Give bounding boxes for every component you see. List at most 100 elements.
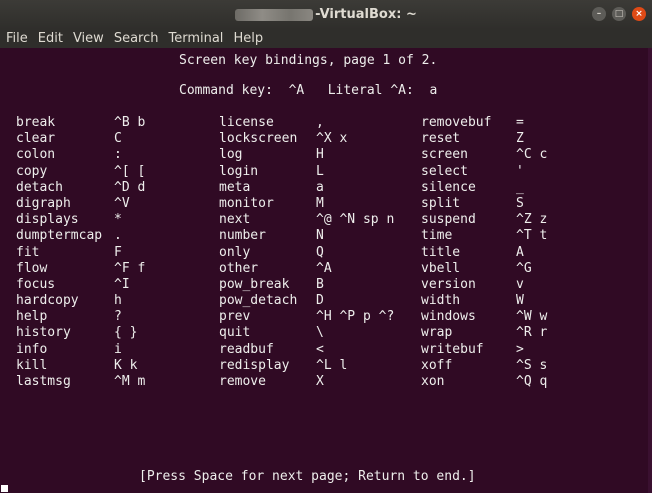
binding-command: next bbox=[219, 212, 251, 228]
binding-keys: ^V bbox=[114, 195, 130, 211]
terminal-scrollbar[interactable] bbox=[648, 48, 652, 493]
binding-command: quit bbox=[219, 325, 251, 341]
redacted-username bbox=[235, 8, 314, 21]
binding-keys: K k bbox=[114, 357, 138, 373]
binding-keys: ^F f bbox=[114, 260, 146, 276]
binding-command: pow_detach bbox=[219, 293, 298, 309]
binding-keys: h bbox=[114, 293, 122, 309]
binding-keys: Q bbox=[316, 244, 324, 260]
binding-command: break bbox=[16, 115, 56, 130]
minimize-button[interactable]: – bbox=[592, 7, 606, 21]
binding-command: login bbox=[219, 163, 259, 179]
terminal-cursor bbox=[1, 485, 8, 492]
binding-keys: ^C c bbox=[516, 147, 548, 163]
binding-command: meta bbox=[219, 179, 251, 195]
binding-keys: H bbox=[316, 147, 324, 163]
binding-keys: ^S s bbox=[516, 357, 548, 373]
binding-keys: S bbox=[516, 195, 524, 211]
binding-command: title bbox=[421, 244, 461, 260]
binding-command: dumptermcap bbox=[16, 228, 103, 244]
binding-command: xon bbox=[421, 374, 445, 389]
binding-command: flow bbox=[16, 260, 48, 276]
binding-keys: ^Z z bbox=[516, 212, 548, 228]
binding-keys: \ bbox=[316, 325, 324, 341]
binding-keys: ^D d bbox=[114, 179, 146, 195]
binding-keys: ^G bbox=[516, 260, 532, 276]
binding-keys: , bbox=[316, 115, 324, 130]
title-bar: -VirtualBox: ~ – □ × bbox=[0, 0, 652, 29]
binding-command: remove bbox=[219, 374, 266, 389]
binding-keys: ^M m bbox=[114, 374, 146, 389]
binding-keys: ^Q q bbox=[516, 374, 548, 389]
binding-command: number bbox=[219, 228, 266, 244]
binding-command: info bbox=[16, 341, 48, 357]
terminal-output[interactable]: Screen key bindings, page 1 of 2. Comman… bbox=[0, 48, 648, 493]
binding-keys: a bbox=[316, 179, 324, 195]
binding-command: writebuf bbox=[421, 341, 484, 357]
binding-command: monitor bbox=[219, 195, 274, 211]
binding-keys: L bbox=[316, 163, 324, 179]
binding-keys: Z bbox=[516, 131, 524, 147]
binding-keys: B bbox=[316, 276, 324, 292]
binding-command: width bbox=[421, 293, 461, 309]
binding-keys: ' bbox=[516, 163, 524, 179]
binding-command: pow_break bbox=[219, 276, 290, 292]
maximize-button[interactable]: □ bbox=[612, 7, 626, 21]
binding-command: only bbox=[219, 244, 251, 260]
binding-command: lastmsg bbox=[16, 374, 71, 389]
binding-keys: . bbox=[114, 228, 122, 244]
binding-command: vbell bbox=[421, 260, 461, 276]
binding-keys: ? bbox=[114, 309, 122, 325]
window-title-text: -VirtualBox: ~ bbox=[315, 7, 417, 22]
binding-keys: F bbox=[114, 244, 122, 260]
binding-command: wrap bbox=[421, 325, 453, 341]
binding-keys: X bbox=[316, 374, 324, 389]
binding-keys: D bbox=[316, 293, 324, 309]
binding-command: time bbox=[421, 228, 453, 244]
binding-keys: ^X x bbox=[316, 131, 348, 147]
binding-command: reset bbox=[421, 131, 461, 147]
window-controls: – □ × bbox=[592, 7, 646, 21]
binding-command: copy bbox=[16, 163, 48, 179]
binding-command: readbuf bbox=[219, 341, 274, 357]
binding-keys: i bbox=[114, 341, 122, 357]
binding-command: license bbox=[219, 115, 274, 130]
close-button[interactable]: × bbox=[632, 7, 646, 21]
binding-command: other bbox=[219, 260, 259, 276]
binding-keys: ^W w bbox=[516, 309, 548, 325]
binding-command: windows bbox=[421, 309, 476, 325]
binding-keys: ^B b bbox=[114, 115, 146, 130]
binding-command: digraph bbox=[16, 195, 71, 211]
bindings-header: Screen key bindings, page 1 of 2. bbox=[179, 53, 438, 68]
menu-terminal[interactable]: Terminal bbox=[168, 31, 223, 46]
binding-command: kill bbox=[16, 357, 48, 373]
binding-command: displays bbox=[16, 212, 79, 228]
binding-keys: ^T t bbox=[516, 228, 548, 244]
binding-keys: ^[ [ bbox=[114, 163, 146, 179]
binding-keys: A bbox=[516, 244, 524, 260]
menu-view[interactable]: View bbox=[73, 31, 104, 46]
command-key-line: Command key: ^A Literal ^A: a bbox=[179, 83, 438, 98]
binding-command: log bbox=[219, 147, 243, 163]
binding-keys: C bbox=[114, 131, 122, 147]
binding-command: prev bbox=[219, 309, 251, 325]
menu-file[interactable]: File bbox=[6, 31, 28, 46]
binding-keys: v bbox=[516, 276, 524, 292]
binding-command: xoff bbox=[421, 357, 453, 373]
binding-command: history bbox=[16, 325, 71, 341]
binding-command: screen bbox=[421, 147, 468, 163]
menu-edit[interactable]: Edit bbox=[38, 31, 63, 46]
binding-keys: > bbox=[516, 341, 524, 357]
binding-command: colon bbox=[16, 147, 56, 163]
binding-keys: ^@ ^N sp n bbox=[316, 212, 395, 228]
menu-help[interactable]: Help bbox=[233, 31, 263, 46]
window-title: -VirtualBox: ~ bbox=[0, 7, 652, 22]
menu-search[interactable]: Search bbox=[114, 31, 159, 46]
binding-keys: : bbox=[114, 147, 122, 163]
binding-command: redisplay bbox=[219, 357, 290, 373]
binding-command: clear bbox=[16, 131, 56, 147]
binding-command: silence bbox=[421, 179, 476, 195]
binding-command: help bbox=[16, 309, 48, 325]
footer-prompt: [Press Space for next page; Return to en… bbox=[139, 469, 476, 484]
binding-keys: * bbox=[114, 212, 122, 228]
